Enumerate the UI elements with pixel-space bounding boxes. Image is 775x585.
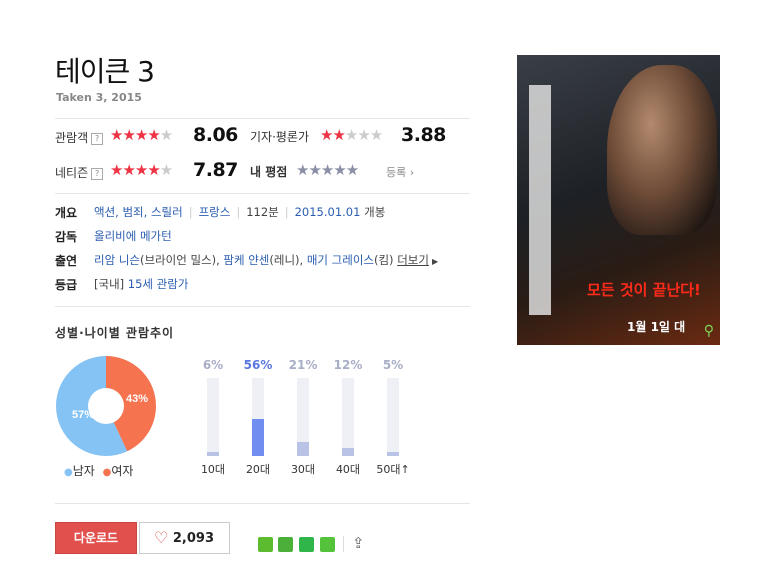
divider [55,193,470,194]
register-rating-link[interactable]: 등록 › [386,164,414,180]
cast-role: (브라이언 밀스), [139,253,224,267]
grade-row: [국내] 15세 관람가 [94,276,188,292]
download-button[interactable]: 다운로드 [55,522,137,554]
age-label: 20대 [245,463,271,476]
age-bar [387,452,399,456]
legend-male: 남자 [72,464,95,478]
movie-poster[interactable]: 모든 것이 끝난다! 1월 1일 대 ⚲ [517,55,720,345]
age-label: 50대↑ [376,463,410,476]
director-row: 올리비에 메가턴 [94,228,172,244]
age-pct-label: 56% [243,358,273,372]
runtime: 112분 [246,205,279,219]
trend-title: 성별·나이별 관람추이 [55,326,175,340]
age-label: 10대 [200,463,226,476]
cast-role: (레니), [269,253,307,267]
cast-link[interactable]: 팜케 얀센 [223,253,269,267]
grade-link[interactable]: 15세 관람가 [128,277,189,291]
age-bar [252,419,264,456]
country-link[interactable]: 프랑스 [199,205,231,219]
age-bar-track [387,378,399,456]
age-label: 30대 [290,463,316,476]
zoom-icon[interactable]: ⚲ [704,323,714,339]
age-bar [342,448,354,456]
poster-tagline: 모든 것이 끝난다! [587,281,701,299]
netizen-stars: ★★★★★ [110,161,173,179]
release-date-link[interactable]: 2015.01.01 [295,205,361,219]
help-icon[interactable]: ? [91,133,104,145]
cast-row: 리암 니슨(브라이언 밀스), 팜케 얀센(레니), 매기 그레이스(킴) 더보… [94,252,438,268]
critics-score: 3.88 [401,124,446,146]
bookmark-share-icon[interactable] [299,537,314,552]
caret-right-icon: ▶ [431,257,439,266]
audience-stars: ★★★★★ [110,126,173,144]
netizen-score: 7.87 [193,159,238,181]
male-pct-label: 57% [72,409,94,421]
grade-label: 등급 [55,278,78,292]
age-bar-track [252,378,264,456]
male-dot-icon: ● [64,467,73,478]
age-bar [207,452,219,456]
grade-prefix: [국내] [94,277,128,291]
age-pct-label: 6% [202,358,224,372]
divider [343,536,344,552]
overview-row: 액션, 범죄, 스릴러 | 프랑스 | 112분 | 2015.01.01 개봉 [94,205,386,219]
director-link[interactable]: 올리비에 메가턴 [94,229,172,243]
age-pct-label: 12% [333,358,363,372]
age-pct-label: 5% [382,358,404,372]
movie-subtitle: Taken 3, 2015 [56,91,142,104]
share-icon[interactable]: ⇪ [352,534,365,552]
divider [55,306,470,307]
cafe-share-icon[interactable] [278,537,293,552]
age-pct-label: 21% [288,358,318,372]
legend-female: 여자 [111,464,134,478]
band-share-icon[interactable] [320,537,335,552]
heart-icon: ♡ [154,528,169,547]
divider [55,503,470,504]
divider [55,118,470,119]
release-suffix: 개봉 [360,205,386,219]
rating-netizen-label: 네티즌 [55,166,89,180]
audience-score: 8.06 [193,124,238,146]
rating-audience: 관람객? [55,127,104,146]
gender-legend: ●남자 ●여자 [64,462,133,479]
rating-netizen: 네티즌? [55,162,104,181]
help-icon[interactable]: ? [91,168,104,180]
my-rating-stars[interactable]: ★★★★★ [296,161,359,179]
cast-link[interactable]: 매기 그레이스 [307,253,374,267]
age-bar-track [297,378,309,456]
gender-donut-chart: 57% 43% [55,356,156,456]
critics-stars: ★★★★★ [320,126,383,144]
cast-link[interactable]: 리암 니슨 [94,253,140,267]
cast-role: (킴) [373,253,398,267]
like-count: 2,093 [172,531,214,546]
age-label: 40대 [335,463,361,476]
rating-critics-label: 기자·평론가 [250,130,310,144]
like-button[interactable]: ♡ 2,093 [139,522,230,554]
genres-link[interactable]: 액션, 범죄, 스릴러 [94,205,183,219]
age-bar [297,442,309,456]
age-bar-track [342,378,354,456]
overview-label: 개요 [55,206,78,220]
more-cast-link[interactable]: 더보기 [397,253,429,267]
my-rating-label: 내 평점 [250,165,288,179]
blog-share-icon[interactable] [258,537,273,552]
female-pct-label: 43% [126,393,148,405]
poster-title-art [529,85,551,315]
cast-label: 출연 [55,254,78,268]
movie-title: 테이큰 3 [55,55,155,88]
poster-figure [607,65,717,235]
poster-date: 1월 1일 대 [627,320,686,334]
rating-audience-label: 관람객 [55,131,89,145]
director-label: 감독 [55,230,78,244]
age-bar-track [207,378,219,456]
